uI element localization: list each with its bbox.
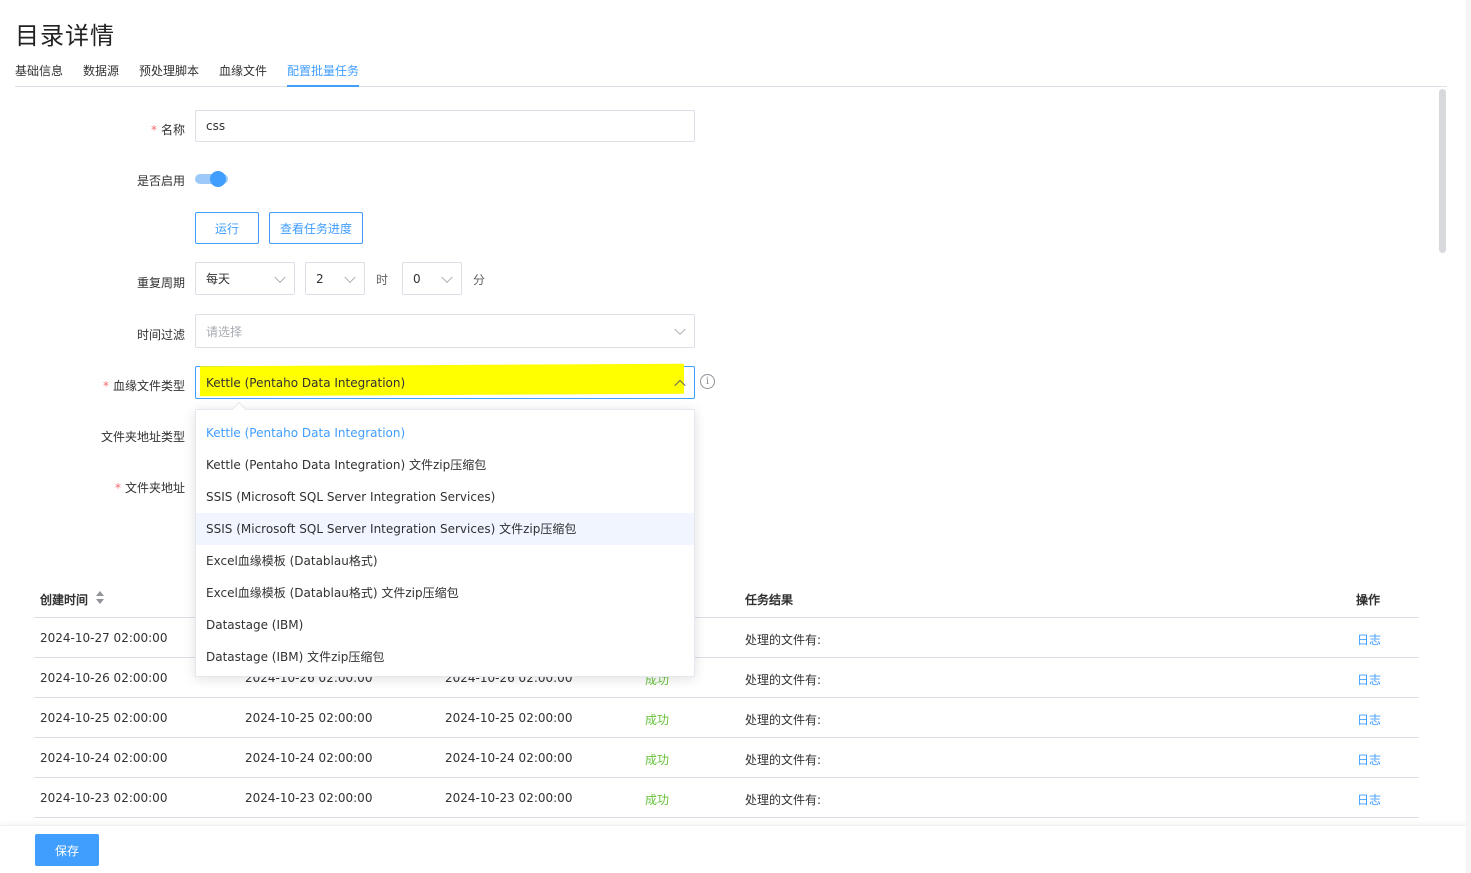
cell-start: 2024-10-25 02:00:00	[245, 711, 373, 725]
tab-basic-info[interactable]: 基础信息	[15, 62, 63, 87]
table-row: 2024-10-24 02:00:00 2024-10-24 02:00:00 …	[34, 738, 1419, 778]
repeat-minute-select[interactable]: 0	[402, 262, 462, 295]
log-link[interactable]: 日志	[1357, 751, 1381, 768]
cell-status: 成功	[645, 713, 670, 727]
enabled-toggle[interactable]	[195, 171, 228, 187]
cell-start: 2024-10-24 02:00:00	[245, 751, 373, 765]
cell-status: 成功	[645, 753, 670, 767]
toggle-knob	[210, 171, 226, 187]
tab-preprocess-script[interactable]: 预处理脚本	[139, 62, 199, 87]
page-title: 目录详情	[15, 22, 115, 50]
chevron-down-icon	[344, 271, 356, 283]
dropdown-option-kettle[interactable]: Kettle (Pentaho Data Integration)	[196, 417, 694, 449]
log-link[interactable]: 日志	[1357, 711, 1381, 728]
chevron-down-icon	[441, 271, 453, 283]
name-label: * 名称	[150, 123, 185, 137]
sort-icon[interactable]	[95, 591, 105, 605]
hour-unit: 时	[376, 273, 389, 287]
tab-batch-task[interactable]: 配置批量任务	[287, 62, 360, 87]
cell-end: 2024-10-24 02:00:00	[445, 751, 573, 765]
lineage-type-label: * 血缘文件类型	[102, 379, 185, 393]
log-link[interactable]: 日志	[1357, 791, 1381, 808]
vertical-scrollbar[interactable]	[1439, 89, 1446, 253]
lineage-type-select[interactable]: Kettle (Pentaho Data Integration)	[195, 363, 695, 399]
minute-unit: 分	[473, 273, 486, 287]
tab-datasource[interactable]: 数据源	[83, 62, 119, 87]
cell-created: 2024-10-25 02:00:00	[40, 711, 168, 725]
table-row: 2024-10-23 02:00:00 2024-10-23 02:00:00 …	[34, 778, 1419, 818]
view-progress-button[interactable]: 查看任务进度	[269, 212, 363, 244]
cell-result: 处理的文件有:	[745, 753, 822, 767]
cell-status: 成功	[645, 793, 670, 807]
log-link[interactable]: 日志	[1357, 671, 1381, 688]
enabled-label: 是否启用	[136, 174, 185, 188]
cell-created: 2024-10-23 02:00:00	[40, 791, 168, 805]
dropdown-option-ssis[interactable]: SSIS (Microsoft SQL Server Integration S…	[196, 481, 694, 513]
dropdown-arrow	[231, 401, 247, 417]
cell-result: 处理的文件有:	[745, 673, 822, 687]
header-created-time[interactable]: 创建时间	[40, 591, 88, 608]
tab-bar: 基础信息 数据源 预处理脚本 血缘文件 配置批量任务	[15, 62, 1447, 87]
chevron-down-icon	[674, 323, 686, 336]
dropdown-option-excel-zip[interactable]: Excel血缘模板 (Datablau格式) 文件zip压缩包	[196, 577, 694, 609]
cell-created: 2024-10-27 02:00:00	[40, 631, 168, 645]
info-icon[interactable]: i	[700, 374, 715, 389]
cell-end: 2024-10-25 02:00:00	[445, 711, 573, 725]
repeat-label: 重复周期	[136, 276, 185, 290]
folder-type-label: 文件夹地址类型	[100, 430, 185, 444]
footer-bar	[0, 825, 1471, 873]
window-edge	[1466, 0, 1471, 873]
cell-created: 2024-10-24 02:00:00	[40, 751, 168, 765]
dropdown-option-ssis-zip[interactable]: SSIS (Microsoft SQL Server Integration S…	[196, 513, 694, 545]
cell-created: 2024-10-26 02:00:00	[40, 671, 168, 685]
repeat-period-select[interactable]: 每天	[195, 262, 295, 295]
table-row: 2024-10-25 02:00:00 2024-10-25 02:00:00 …	[34, 698, 1419, 738]
dropdown-option-kettle-zip[interactable]: Kettle (Pentaho Data Integration) 文件zip压…	[196, 449, 694, 481]
cell-end: 2024-10-23 02:00:00	[445, 791, 573, 805]
tab-lineage-files[interactable]: 血缘文件	[219, 62, 267, 87]
run-button[interactable]: 运行	[195, 212, 259, 244]
cell-start: 2024-10-23 02:00:00	[245, 791, 373, 805]
name-input[interactable]: css	[195, 110, 695, 142]
chevron-down-icon	[274, 271, 286, 283]
repeat-hour-select[interactable]: 2	[305, 262, 365, 295]
time-filter-label: 时间过滤	[136, 328, 185, 342]
time-filter-select[interactable]: 请选择	[195, 314, 695, 348]
dropdown-option-excel[interactable]: Excel血缘模板 (Datablau格式)	[196, 545, 694, 577]
dropdown-option-datastage[interactable]: Datastage (IBM)	[196, 609, 694, 641]
cell-result: 处理的文件有:	[745, 713, 822, 727]
folder-path-label: * 文件夹地址	[114, 481, 185, 495]
cell-result: 处理的文件有:	[745, 633, 822, 647]
dropdown-option-datastage-zip[interactable]: Datastage (IBM) 文件zip压缩包	[196, 641, 694, 673]
header-action: 操作	[1356, 593, 1381, 607]
cell-result: 处理的文件有:	[745, 793, 822, 807]
lineage-type-dropdown: Kettle (Pentaho Data Integration) Kettle…	[195, 401, 695, 677]
log-link[interactable]: 日志	[1357, 631, 1381, 648]
header-task-result: 任务结果	[745, 593, 794, 607]
save-button[interactable]: 保存	[35, 834, 99, 866]
